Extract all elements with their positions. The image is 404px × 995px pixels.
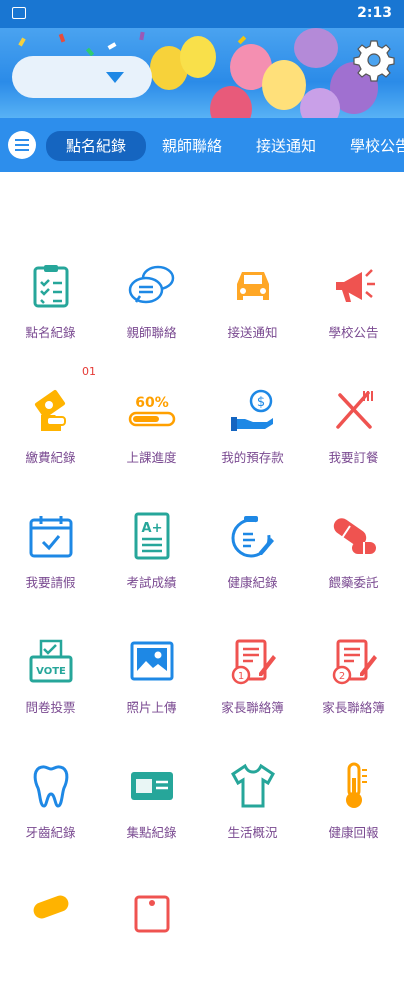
grid-item-label: 健康回報: [328, 825, 379, 840]
grid-item-label: 家長聯絡簿: [322, 700, 385, 715]
tab-school-announcement[interactable]: 學校公告: [350, 132, 404, 160]
grid-item-payment[interactable]: 繳費紀錄: [0, 375, 101, 495]
tab-parent-teacher[interactable]: 親師聯絡: [162, 132, 222, 160]
grid-item-deposit[interactable]: $ 我的預存款: [202, 375, 303, 495]
grid-item-progress[interactable]: 60% 上課進度: [101, 375, 202, 495]
grid-item-health-report[interactable]: 健康回報: [303, 750, 404, 870]
grid-item-label: 我要請假: [25, 575, 76, 590]
grid-item-medication[interactable]: 餵藥委託: [303, 500, 404, 620]
grid-item-label: 我要訂餐: [328, 450, 379, 465]
grid-item-label: 學校公告: [328, 325, 379, 340]
grid-item-roll-call[interactable]: 點名紀錄: [0, 250, 101, 370]
grid-item-label: 集點紀錄: [126, 825, 177, 840]
fork-knife-icon: [336, 391, 373, 429]
money-hand-icon: [34, 389, 66, 431]
thermometer-icon: [346, 762, 367, 808]
image-icon: [130, 641, 174, 681]
grid-item-announcement[interactable]: 學校公告: [303, 250, 404, 370]
deposit-hand-icon: $: [231, 389, 273, 431]
grid-item-leave[interactable]: 我要請假: [0, 500, 101, 620]
pill-icon: [33, 895, 69, 919]
notebook-1-icon: 1: [231, 639, 276, 685]
points-card-icon: [131, 772, 173, 800]
grid-item-pickup[interactable]: 接送通知: [202, 250, 303, 370]
caret-down-icon: [106, 72, 124, 83]
notebook-2-icon: 2: [332, 639, 377, 685]
progress-bar-icon: 60%: [128, 395, 176, 427]
grid-item-exam-scores[interactable]: A+ 考試成績: [101, 500, 202, 620]
grid-item-daily-life[interactable]: 生活概況: [202, 750, 303, 870]
notebook-number: 2: [339, 671, 345, 682]
grid-item-label: 考試成績: [126, 575, 177, 590]
grid-item-label: 牙齒紀錄: [25, 825, 76, 840]
balloon: [180, 36, 216, 78]
grid-item-survey-vote[interactable]: VOTE 問卷投票: [0, 625, 101, 745]
megaphone-icon: [336, 269, 375, 302]
progress-text: 60%: [135, 395, 169, 411]
gear-icon[interactable]: [352, 38, 396, 82]
ballot-box-icon: VOTE: [29, 639, 73, 683]
grid-item-label: 我的預存款: [221, 450, 284, 465]
grid-item-label: 照片上傳: [126, 700, 177, 715]
grid-item-label: 問卷投票: [25, 700, 76, 715]
grid-item-contact-book-1[interactable]: 1 家長聯絡簿: [202, 625, 303, 745]
grid-item-label: 家長聯絡簿: [221, 700, 284, 715]
balloon: [294, 28, 338, 68]
document-icon: [134, 895, 170, 933]
svg-text:$: $: [257, 395, 265, 410]
header-banner: [0, 28, 404, 118]
school-selector-dropdown[interactable]: [12, 56, 152, 98]
tab-strip: 點名紀錄 親師聯絡 接送通知 學校公告: [0, 118, 404, 172]
grid-item-label: 上課進度: [126, 450, 177, 465]
grid-item-label: 餵藥委託: [328, 575, 379, 590]
tshirt-icon: [231, 763, 275, 808]
grid-item-label: 接送通知: [227, 325, 278, 340]
notebook-number: 1: [238, 671, 244, 682]
calendar-check-icon: [29, 516, 73, 558]
chat-bubbles-icon: [128, 265, 175, 304]
grid-item-label: 繳費紀錄: [25, 450, 76, 465]
tab-pickup[interactable]: 接送通知: [256, 132, 316, 160]
grid-item-health-record[interactable]: 健康紀錄: [202, 500, 303, 620]
hamburger-menu-icon[interactable]: [8, 131, 36, 159]
grid-item-partial[interactable]: [101, 875, 202, 995]
grid-item-label: 點名紀錄: [25, 325, 76, 340]
balloon: [262, 60, 306, 110]
grid-item-label: 健康紀錄: [227, 575, 278, 590]
grid-item-order-meal[interactable]: 我要訂餐: [303, 375, 404, 495]
grade-paper-icon: A+: [134, 512, 170, 560]
clipboard-checklist-icon: [33, 265, 69, 308]
status-bar: 2:13: [0, 0, 404, 28]
clock: 2:13: [357, 5, 392, 21]
tooth-icon: [33, 765, 69, 808]
grid-item-label: 生活概況: [227, 825, 278, 840]
grid-item-label: 親師聯絡: [126, 325, 177, 340]
pill-capsule-icon: [333, 518, 376, 554]
car-icon: [237, 272, 269, 300]
vote-text: VOTE: [36, 666, 66, 677]
grid-item-points[interactable]: 集點紀錄: [101, 750, 202, 870]
tab-roll-call[interactable]: 點名紀錄: [46, 131, 147, 161]
grade-text: A+: [142, 521, 163, 536]
grid-item-dental[interactable]: 牙齒紀錄: [0, 750, 101, 870]
balloon: [210, 86, 252, 118]
image-notification-icon: [12, 7, 26, 19]
grid-item-parent-teacher[interactable]: 親師聯絡: [101, 250, 202, 370]
grid-item-partial[interactable]: [0, 875, 101, 995]
grid-item-contact-book-2[interactable]: 2 家長聯絡簿: [303, 625, 404, 745]
health-clipboard-icon: [231, 516, 274, 558]
grid-item-photo-upload[interactable]: 照片上傳: [101, 625, 202, 745]
